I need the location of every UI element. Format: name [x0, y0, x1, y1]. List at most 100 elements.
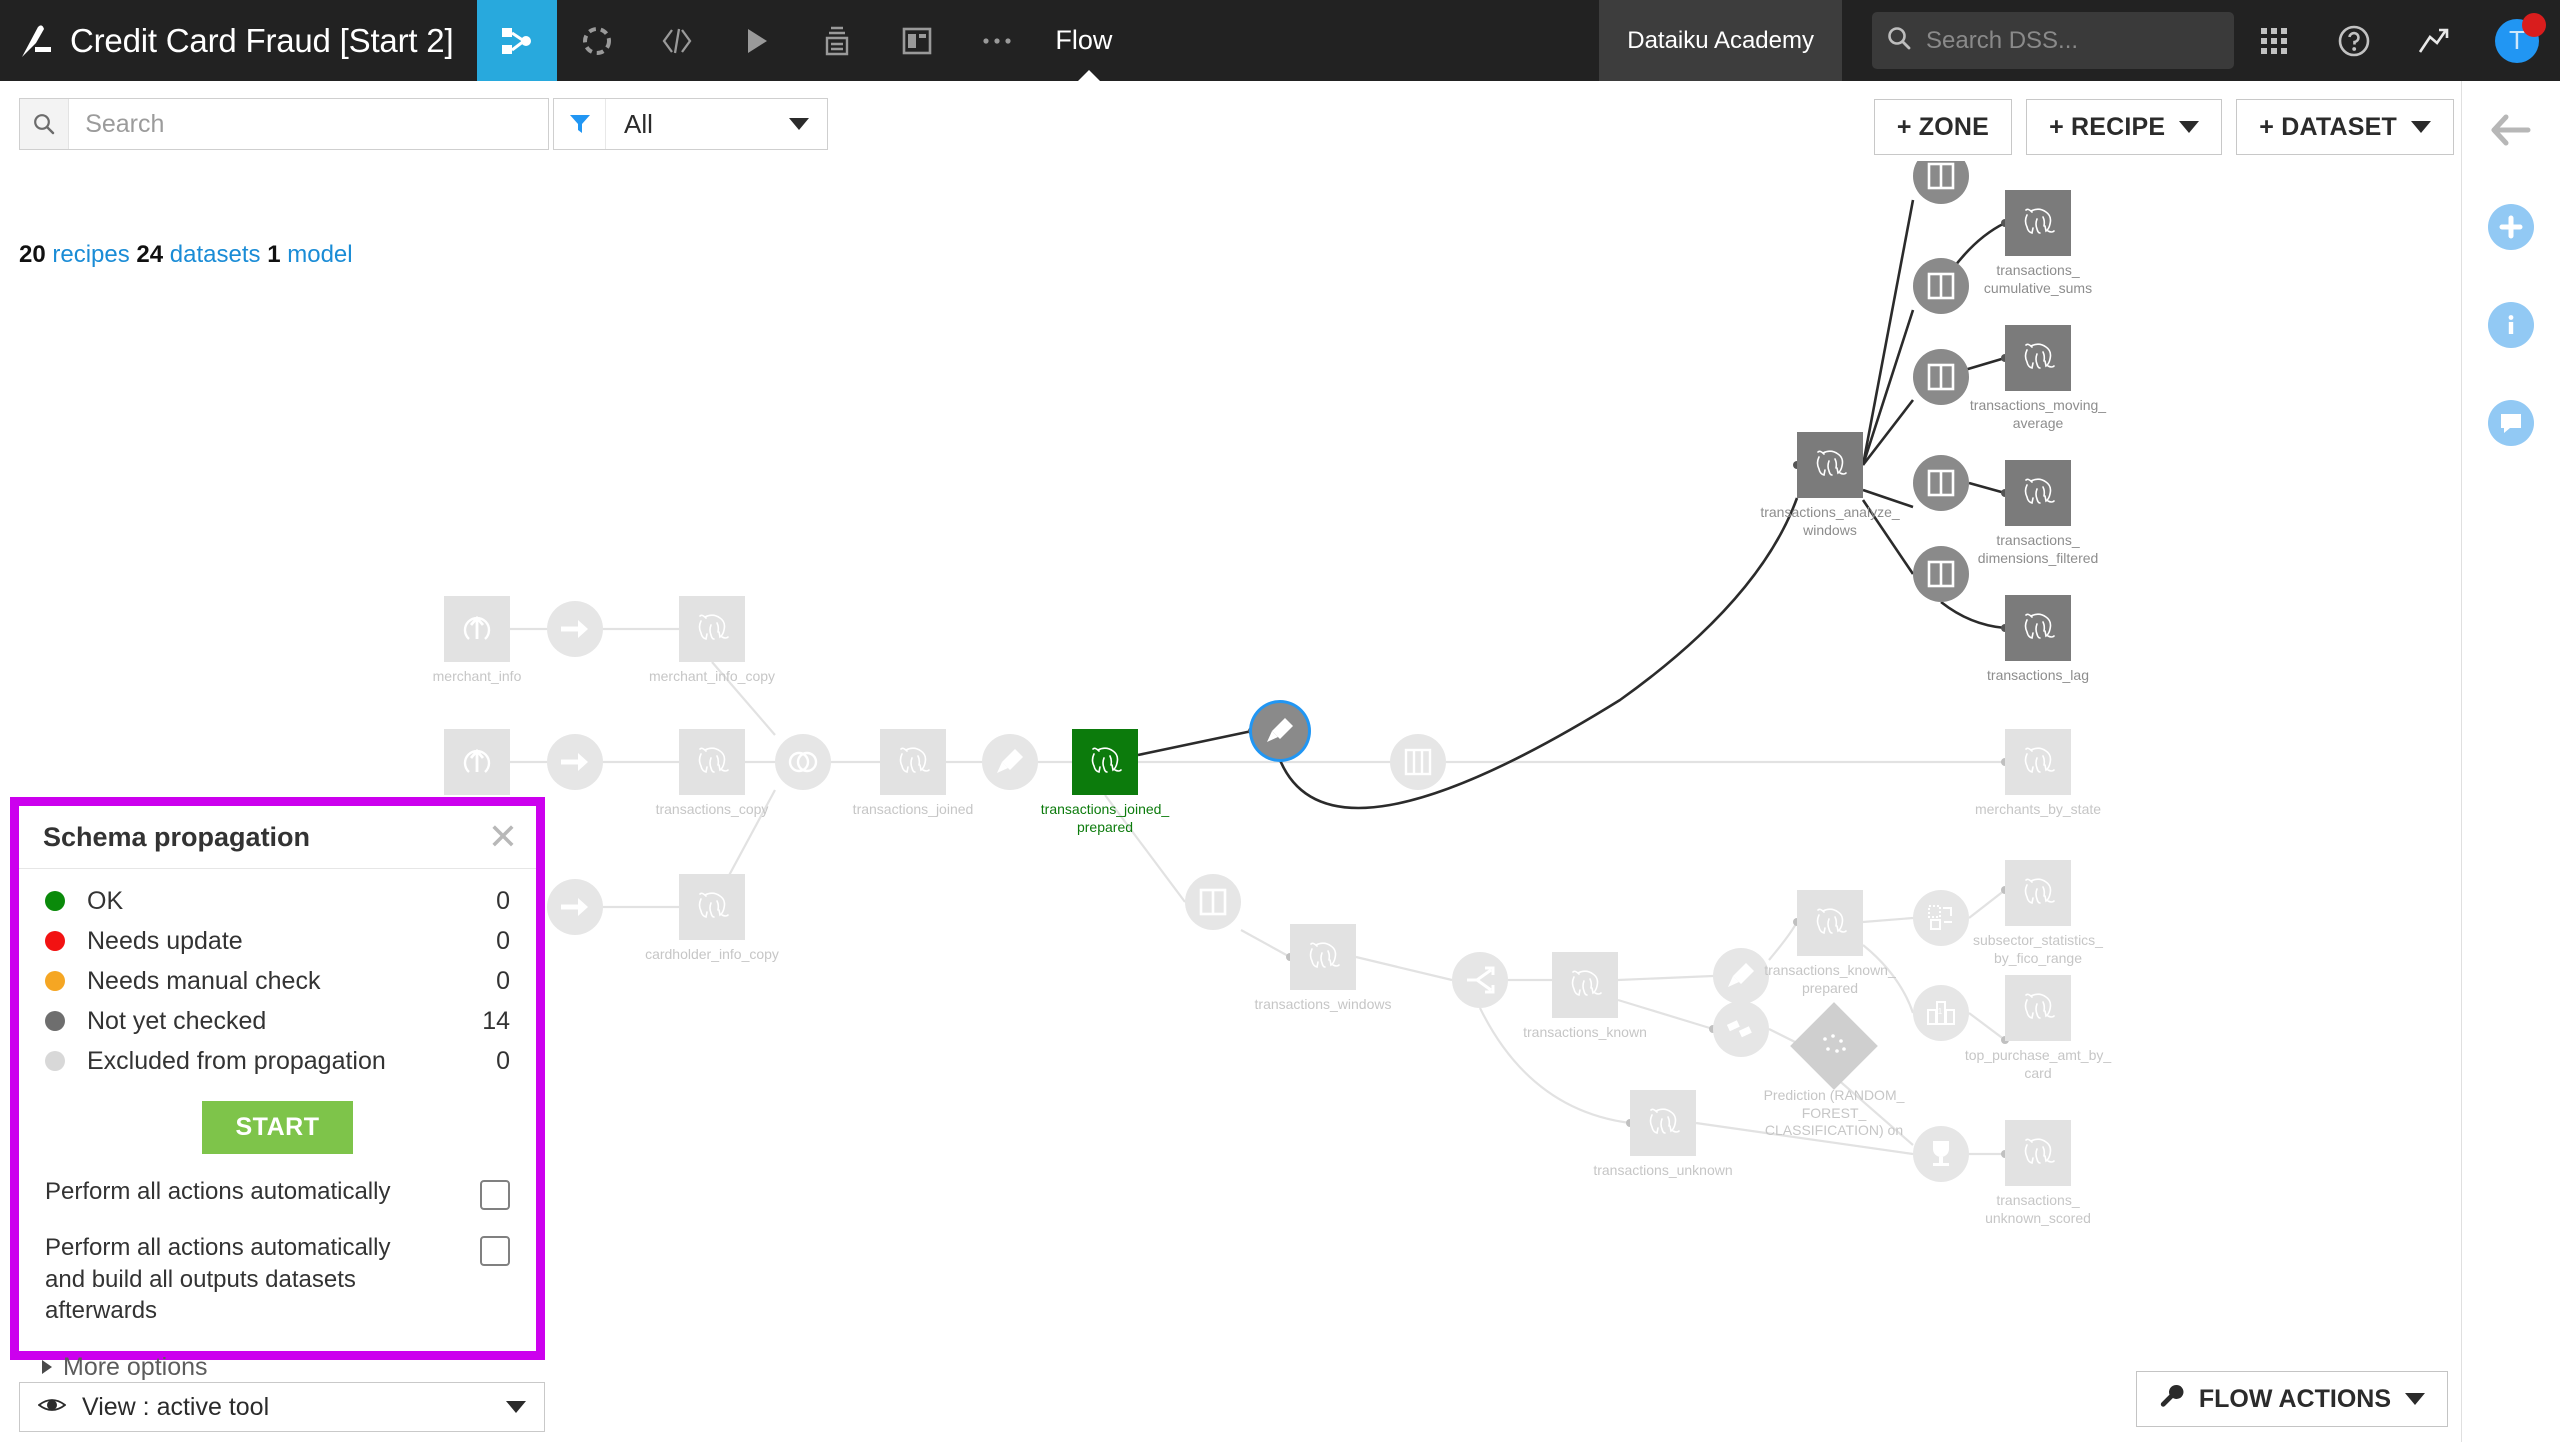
- flow-search-box[interactable]: [19, 98, 549, 150]
- recipe-node-r_score[interactable]: [1913, 1126, 1969, 1182]
- option-perform-all-actions: Perform all actions automatically: [19, 1154, 536, 1210]
- train-recipe-icon: [1713, 1001, 1769, 1057]
- window-recipe-icon: [1185, 874, 1241, 930]
- recipe-node-r_topn[interactable]: 1: [1913, 985, 1969, 1041]
- status-dot-needs-update: [45, 931, 65, 951]
- node-label: transactions_joined: [852, 801, 974, 817]
- help-circle-icon[interactable]: [2314, 0, 2394, 81]
- dataset-icon: [2005, 325, 2071, 391]
- recipe-node-w1[interactable]: [1913, 161, 1969, 204]
- nav-code-icon[interactable]: [637, 0, 717, 81]
- nav-jobs-play-icon[interactable]: [717, 0, 797, 81]
- search-input[interactable]: [1926, 26, 2220, 55]
- recipe-node-w4[interactable]: [1913, 455, 1969, 511]
- option-1-checkbox[interactable]: [480, 1180, 510, 1210]
- academy-button[interactable]: Dataiku Academy: [1599, 0, 1842, 81]
- recipe-node-r_pivot[interactable]: [1913, 890, 1969, 946]
- node-label: transactions_windows: [1254, 996, 1392, 1012]
- dataset-icon: [1797, 432, 1863, 498]
- dataset-node-subsector_statistics_by_fico_range[interactable]: subsector_statistics_ by_fico_range: [1973, 860, 2103, 966]
- recipe-node-r_train[interactable]: [1713, 1001, 1769, 1057]
- model-node-prediction_model[interactable]: Prediction (RANDOM_ FOREST_ CLASSIFICATION…: [1764, 1002, 1904, 1138]
- add-recipe-button[interactable]: + RECIPE: [2026, 99, 2223, 155]
- node-label: top_purchase_amt_by_ card: [1964, 1047, 2112, 1081]
- dataset-node-cardholder_info[interactable]: [444, 729, 510, 795]
- trend-arrow-icon[interactable]: [2394, 0, 2474, 81]
- dataset-node-transactions_joined_prepared[interactable]: transactions_joined_ prepared: [1041, 729, 1169, 835]
- recipe-node-w2[interactable]: [1913, 258, 1969, 314]
- dataset-node-merchants_by_state[interactable]: merchants_by_state: [1975, 729, 2101, 817]
- flow-actions-label: FLOW ACTIONS: [2198, 1384, 2391, 1413]
- funnel-icon: [554, 99, 606, 149]
- collapse-panel-button[interactable]: [2490, 113, 2532, 152]
- node-label: transactions_known_ prepared: [1764, 962, 1896, 996]
- dataset-node-top_purchase_amt_by_card[interactable]: top_purchase_amt_by_ card: [1965, 975, 2111, 1081]
- recipe-node-r_prepare_sel[interactable]: [1252, 703, 1308, 759]
- recipe-node-r_window_mid[interactable]: [1185, 874, 1241, 930]
- nav-automation-icon[interactable]: [797, 0, 877, 81]
- node-label: transactions_unknown: [1593, 1162, 1733, 1178]
- triangle-right-icon: [41, 1353, 53, 1382]
- recipe-node-r_prepare_1[interactable]: [982, 734, 1038, 790]
- dataset-node-transactions_joined[interactable]: transactions_joined: [853, 729, 973, 817]
- dataiku-logo-icon[interactable]: [0, 0, 70, 81]
- add-zone-button[interactable]: + ZONE: [1873, 99, 2013, 155]
- view-mode-select[interactable]: View : active tool: [19, 1382, 545, 1432]
- dataset-node-merchant_info_copy[interactable]: merchant_info_copy: [649, 596, 775, 684]
- dss-search-box[interactable]: [1872, 12, 2234, 69]
- recipe-node-r_join[interactable]: [775, 734, 831, 790]
- recipe-node-r_sync_2[interactable]: [547, 734, 603, 790]
- option-2-label: Perform all actions automatically and bu…: [45, 1234, 391, 1325]
- nav-flow-icon[interactable]: [477, 0, 558, 81]
- node-label: merchant_info: [432, 668, 522, 684]
- add-recipe-label: + RECIPE: [2049, 112, 2166, 141]
- dataset-node-transactions_unknown[interactable]: transactions_unknown: [1593, 1090, 1733, 1178]
- dataset-node-transactions_moving_average[interactable]: transactions_moving_ average: [1970, 325, 2106, 431]
- recipe-node-r_sync_1[interactable]: [547, 601, 603, 657]
- dataset-icon: [1630, 1090, 1696, 1156]
- dataset-node-transactions_cumulative_sums[interactable]: transactions_ cumulative_sums: [1984, 190, 2092, 296]
- status-dot-ok: [45, 891, 65, 911]
- recipe-node-w5[interactable]: [1913, 546, 1969, 602]
- dataset-node-transactions_unknown_scored[interactable]: transactions_ unknown_scored: [1985, 1120, 2091, 1226]
- option-2-checkbox[interactable]: [480, 1236, 510, 1266]
- recipe-node-r_group_dim[interactable]: [1390, 734, 1446, 790]
- nav-dashboard-icon[interactable]: [557, 0, 637, 81]
- start-button[interactable]: START: [201, 1101, 354, 1154]
- dataset-node-transactions_known[interactable]: transactions_known: [1523, 952, 1647, 1040]
- dataset-node-transactions_analyze_windows[interactable]: transactions_analyze_ windows: [1760, 432, 1900, 538]
- status-row-needs-manual-check: Needs manual check 0: [45, 961, 510, 1001]
- flow-filter-select[interactable]: All: [553, 98, 828, 150]
- more-options-toggle[interactable]: More options: [19, 1327, 536, 1382]
- status-label-ok: OK: [87, 886, 124, 915]
- info-circle-icon[interactable]: [2488, 302, 2534, 348]
- recipe-node-r_prepare_2[interactable]: [1713, 948, 1769, 1004]
- plus-circle-icon[interactable]: [2488, 204, 2534, 250]
- apps-grid-icon[interactable]: [2234, 0, 2314, 81]
- node-label: transactions_copy: [655, 801, 769, 817]
- status-label-needs-manual-check: Needs manual check: [87, 966, 321, 995]
- recipe-node-r_sync_3[interactable]: [547, 879, 603, 935]
- nav-wiki-icon[interactable]: [877, 0, 957, 81]
- sync-recipe-icon: [547, 879, 603, 935]
- dataset-node-transactions_lag[interactable]: transactions_lag: [1987, 595, 2089, 683]
- flow-actions-button[interactable]: FLOW ACTIONS: [2135, 1371, 2448, 1427]
- close-icon[interactable]: ✕: [488, 819, 518, 855]
- add-dataset-button[interactable]: + DATASET: [2236, 99, 2454, 155]
- avatar[interactable]: T: [2474, 0, 2560, 81]
- dataset-icon: [2005, 190, 2071, 256]
- flow-add-buttons: + ZONE + RECIPE + DATASET: [1873, 99, 2454, 155]
- recipe-node-r_split[interactable]: [1452, 952, 1508, 1008]
- page-title[interactable]: Credit Card Fraud [Start 2]: [70, 22, 477, 60]
- dataset-node-cardholder_info_copy[interactable]: cardholder_info_copy: [645, 874, 779, 962]
- dataset-node-transactions_copy[interactable]: transactions_copy: [656, 729, 768, 817]
- dataset-node-transactions_known_prepared[interactable]: transactions_known_ prepared: [1764, 890, 1896, 996]
- dataset-node-merchant_info[interactable]: merchant_info: [433, 596, 521, 684]
- dataset-node-transactions_windows[interactable]: transactions_windows: [1255, 924, 1391, 1012]
- dataset-node-transactions_dimensions_filtered[interactable]: transactions_ dimensions_filtered: [1978, 460, 2098, 566]
- recipe-node-w3[interactable]: [1913, 349, 1969, 405]
- flow-search-input[interactable]: [85, 109, 548, 139]
- window-recipe-icon: [1913, 349, 1969, 405]
- chat-bubble-icon[interactable]: [2488, 400, 2534, 446]
- nav-more-ellipsis-icon[interactable]: [957, 0, 1037, 81]
